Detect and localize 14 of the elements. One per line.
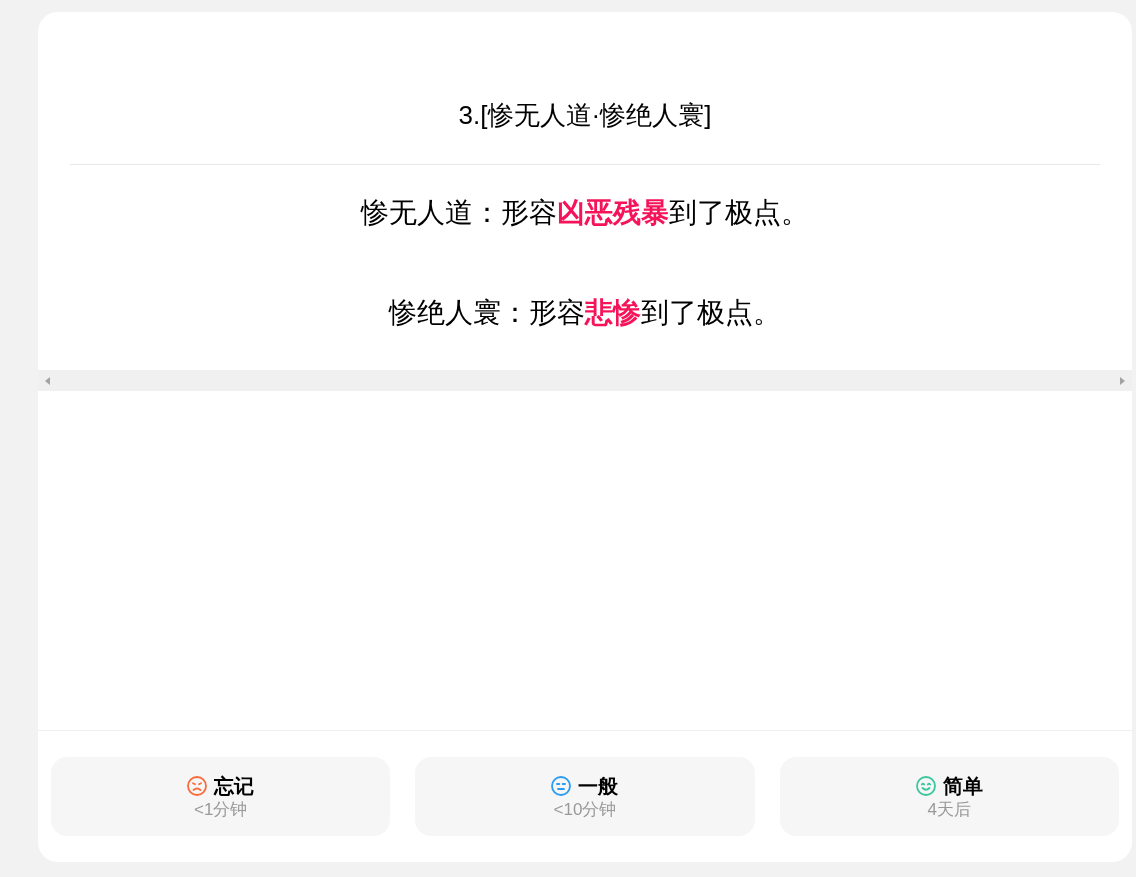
interval-text: <10分钟 [553,798,617,821]
interval-text: 4天后 [927,798,972,821]
card-title: 3.[惨无人道·惨绝人寰] [458,99,712,132]
interval-text: <1分钟 [193,798,248,821]
rating-label: 一般 [578,773,619,799]
rating-label: 忘记 [214,773,255,799]
scroll-right-arrow-icon[interactable] [1120,376,1125,385]
rating-label: 简单 [942,773,983,799]
rating-button[interactable]: 一般 <10分钟 [415,757,755,836]
rating-button[interactable]: 忘记 <1分钟 [51,757,391,836]
definition-text: 惨无人道：形容凶恶残暴到了极点。 [361,196,809,230]
rating-button[interactable]: 简单 4天后 [779,757,1119,836]
scroll-left-arrow-icon[interactable] [45,376,50,385]
definition-text: 惨绝人寰：形容悲惨到了极点。 [389,296,781,330]
